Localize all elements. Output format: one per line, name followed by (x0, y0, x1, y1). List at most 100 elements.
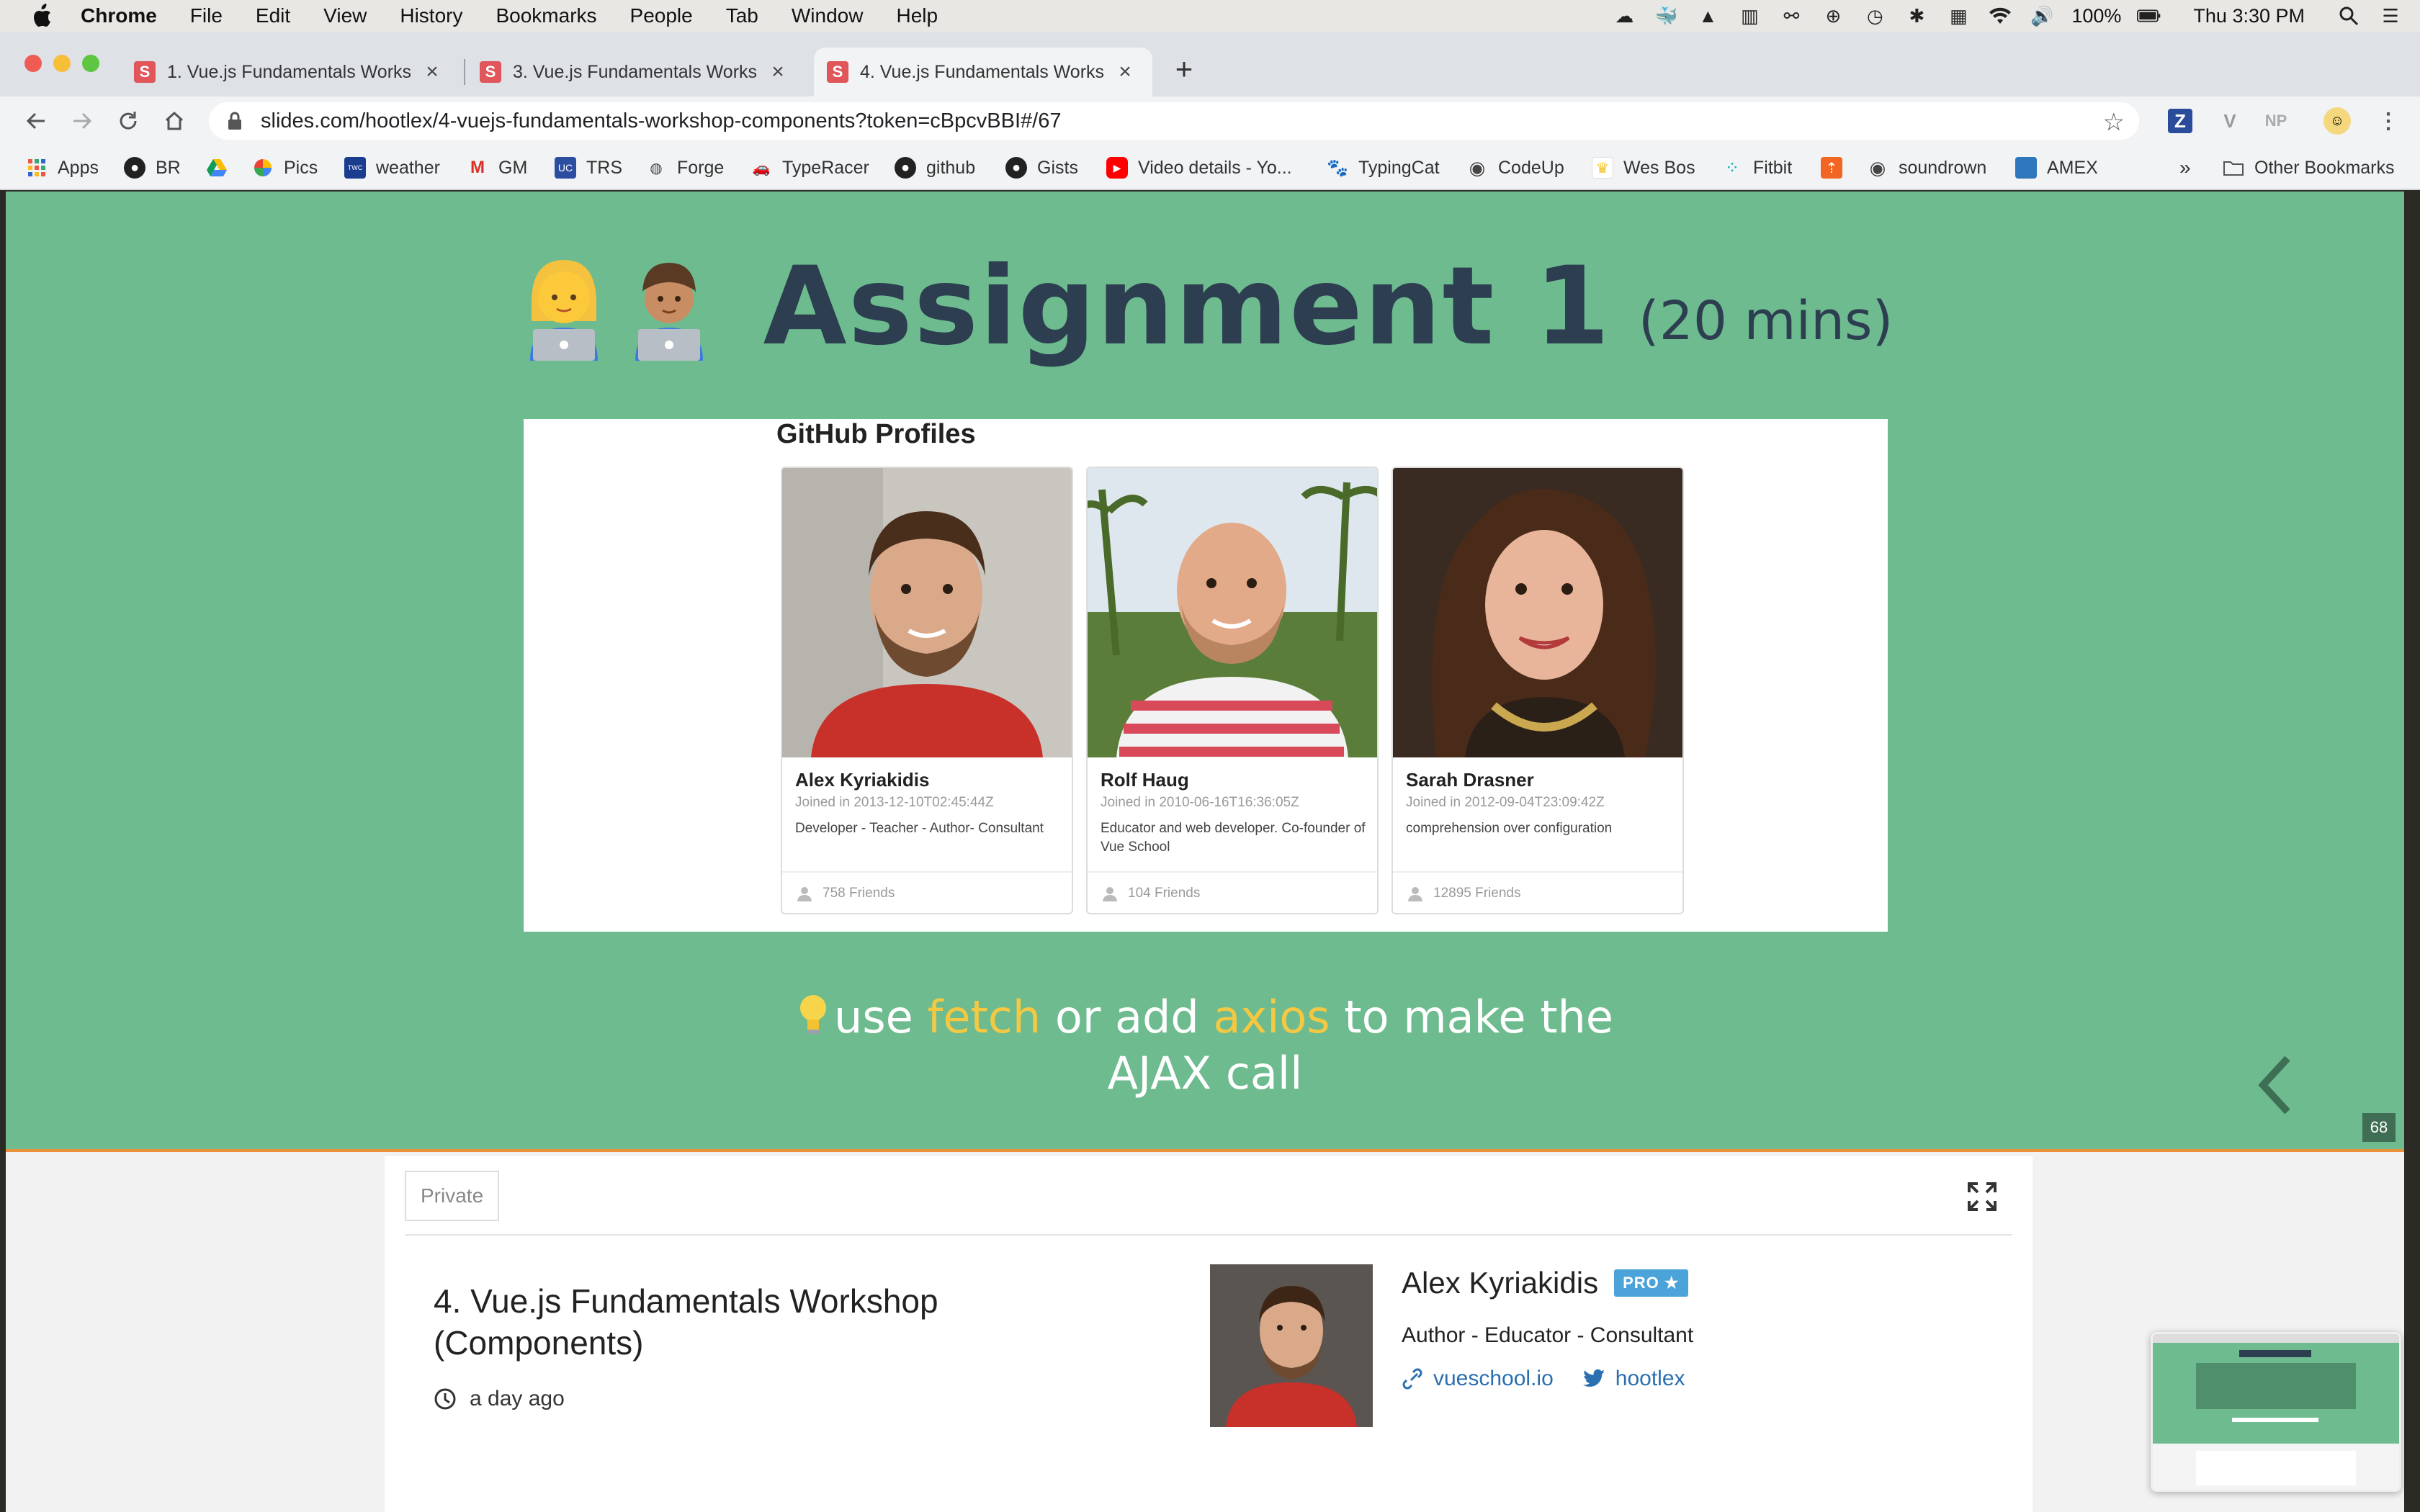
bookmark-pics[interactable]: Pics (252, 154, 318, 181)
menu-help[interactable]: Help (896, 4, 938, 27)
tab-4-active[interactable]: S 4. Vue.js Fundamentals Workshop × (814, 48, 1152, 96)
zotero-extension-icon[interactable]: Z (2168, 109, 2192, 133)
bookmark-typingcat[interactable]: 🐾 TypingCat (1327, 154, 1440, 181)
tab-1[interactable]: S 1. Vue.js Fundamentals Workshop × (121, 48, 457, 96)
lightbulb-icon (800, 995, 827, 1034)
fullscreen-icon[interactable] (1968, 1182, 1996, 1211)
profile-name: Sarah Drasner (1406, 769, 1534, 791)
vue-devtools-extension-icon[interactable]: V (2215, 107, 2244, 135)
menu-window[interactable]: Window (792, 4, 864, 27)
bookmark-unnamed[interactable]: ⇡ (1821, 154, 1852, 181)
np-extension-icon[interactable]: NP (2262, 107, 2290, 135)
menu-bookmarks[interactable]: Bookmarks (496, 4, 596, 27)
bookmark-wes-bos[interactable]: ♛ Wes Bos (1592, 154, 1695, 181)
battery-icon[interactable] (2137, 5, 2161, 27)
bookmark-soundrown[interactable]: ◉ soundrown (1867, 154, 1987, 181)
author-name-text[interactable]: Alex Kyriakidis (1402, 1266, 1598, 1300)
url-text[interactable]: slides.com/hootlex/4-vuejs-fundamentals-… (261, 109, 1061, 133)
bookmark-gists[interactable]: ● Gists (1005, 154, 1078, 181)
profile-avatar[interactable]: ☺ (2323, 107, 2351, 135)
notification-center-icon[interactable]: ☰ (2378, 5, 2403, 27)
profile-joined-date: Joined in 2013-12-10T02:45:44Z (795, 795, 994, 810)
author-website-text[interactable]: vueschool.io (1433, 1367, 1554, 1391)
author-twitter-text[interactable]: hootlex (1615, 1367, 1685, 1391)
glasses-icon[interactable]: ⚯ (1779, 5, 1803, 27)
menu-view[interactable]: View (323, 4, 367, 27)
tab-close-icon[interactable]: × (766, 60, 789, 84)
youtube-icon: ▶ (1106, 157, 1128, 179)
bookmark-github[interactable]: ● github (895, 154, 975, 181)
volume-icon[interactable]: 🔊 (2030, 5, 2054, 27)
forward-arrow-icon[interactable] (65, 104, 99, 138)
window-minimize-button[interactable] (53, 55, 71, 72)
bookmark-star-icon[interactable]: ☆ (2103, 108, 2125, 137)
menu-people[interactable]: People (630, 4, 693, 27)
arrow-up-icon: ⇡ (1821, 157, 1842, 179)
tab-3[interactable]: S 3. Vue.js Fundamentals Workshop × (467, 48, 802, 96)
bookmark-other-bookmarks[interactable]: Other Bookmarks (2223, 154, 2395, 181)
menubar-clock[interactable]: Thu 3:30 PM (2193, 5, 2305, 27)
tab-close-icon[interactable]: × (421, 60, 444, 84)
bookmark-label: soundrown (1899, 157, 1987, 178)
bookmark-trs[interactable]: UC TRS (555, 154, 622, 181)
previous-slide-arrow-icon[interactable] (2253, 1053, 2296, 1117)
menu-tab[interactable]: Tab (726, 4, 758, 27)
gmail-icon: M (470, 158, 485, 177)
new-tab-button[interactable]: + (1168, 52, 1200, 86)
friends-count: 104 Friends (1128, 886, 1201, 901)
bluetooth-icon[interactable]: ✱ (1904, 5, 1929, 27)
screenshot-thumbnail-preview[interactable] (2151, 1332, 2401, 1492)
menu-edit[interactable]: Edit (256, 4, 290, 27)
bookmark-label: Other Bookmarks (2254, 157, 2395, 178)
bookmark-typeracer[interactable]: 🚗 TypeRacer (750, 154, 869, 181)
bookmark-amex[interactable]: AMEX (2015, 154, 2098, 181)
bookmark-fitbit[interactable]: ⁘ Fitbit (1721, 154, 1792, 181)
bookmark-label: Pics (284, 157, 318, 178)
creative-cloud-icon[interactable]: ☁ (1612, 5, 1636, 27)
audio-bars-icon[interactable]: ▥ (1737, 5, 1762, 27)
bookmark-gm[interactable]: M GM (467, 154, 527, 181)
lock-icon[interactable] (225, 111, 245, 131)
accessibility-icon[interactable]: ⊕ (1821, 5, 1845, 27)
author-twitter-link[interactable]: hootlex (1582, 1367, 1685, 1391)
presentation-slide[interactable]: Assignment 1 (20 mins) GitHub Profiles A… (6, 192, 2404, 1152)
spotlight-search-icon[interactable] (2336, 5, 2361, 27)
friends-count: 12895 Friends (1433, 886, 1521, 901)
back-arrow-icon[interactable] (19, 104, 53, 138)
github-profiles-heading: GitHub Profiles (776, 419, 976, 449)
bookmark-codeup[interactable]: ◉ CodeUp (1466, 154, 1564, 181)
github-icon: ● (1005, 157, 1027, 179)
menu-history[interactable]: History (400, 4, 462, 27)
vercel-triangle-icon[interactable]: ▲ (1695, 5, 1720, 27)
apple-menu-icon[interactable] (27, 1, 56, 30)
author-name[interactable]: Alex Kyriakidis PRO ★ (1402, 1266, 1688, 1300)
bookmark-youtube-video-details[interactable]: ▶ Video details - Yo... (1106, 154, 1292, 181)
author-avatar[interactable] (1210, 1264, 1373, 1427)
author-website-link[interactable]: vueschool.io (1402, 1367, 1554, 1391)
time-machine-icon[interactable]: ◷ (1863, 5, 1887, 27)
wifi-icon[interactable] (1988, 5, 2012, 27)
bookmark-label: TypingCat (1358, 157, 1440, 178)
bookmarks-overflow-button[interactable]: » (2179, 154, 2191, 181)
profile-friends: 12895 Friends (1393, 871, 1682, 913)
bookmark-apps[interactable]: Apps (26, 154, 99, 181)
visibility-badge[interactable]: Private (405, 1171, 500, 1221)
address-bar[interactable]: slides.com/hootlex/4-vuejs-fundamentals-… (209, 102, 2139, 140)
keyboard-input-icon[interactable]: ▦ (1946, 5, 1971, 27)
bookmark-forge[interactable]: ◍ Forge (645, 154, 724, 181)
deck-info-panel: Private 4. Vue.js Fundamentals Workshop … (385, 1156, 2033, 1512)
reload-icon[interactable] (111, 104, 145, 138)
home-icon[interactable] (157, 104, 192, 138)
docker-whale-icon[interactable]: 🐳 (1654, 5, 1678, 27)
menu-file[interactable]: File (190, 4, 223, 27)
bookmark-br[interactable]: ● BR (124, 154, 181, 181)
window-zoom-button[interactable] (82, 55, 99, 72)
menu-app-chrome[interactable]: Chrome (81, 4, 157, 27)
macos-menu-bar: Chrome File Edit View History Bookmarks … (0, 0, 2420, 32)
bookmark-weather[interactable]: TWC weather (344, 154, 440, 181)
bookmark-label: github (926, 157, 976, 178)
bookmark-google-drive[interactable] (206, 154, 238, 181)
chrome-menu-icon[interactable]: ⋮ (2374, 107, 2403, 135)
tab-close-icon[interactable]: × (1113, 60, 1137, 84)
window-close-button[interactable] (24, 55, 42, 72)
